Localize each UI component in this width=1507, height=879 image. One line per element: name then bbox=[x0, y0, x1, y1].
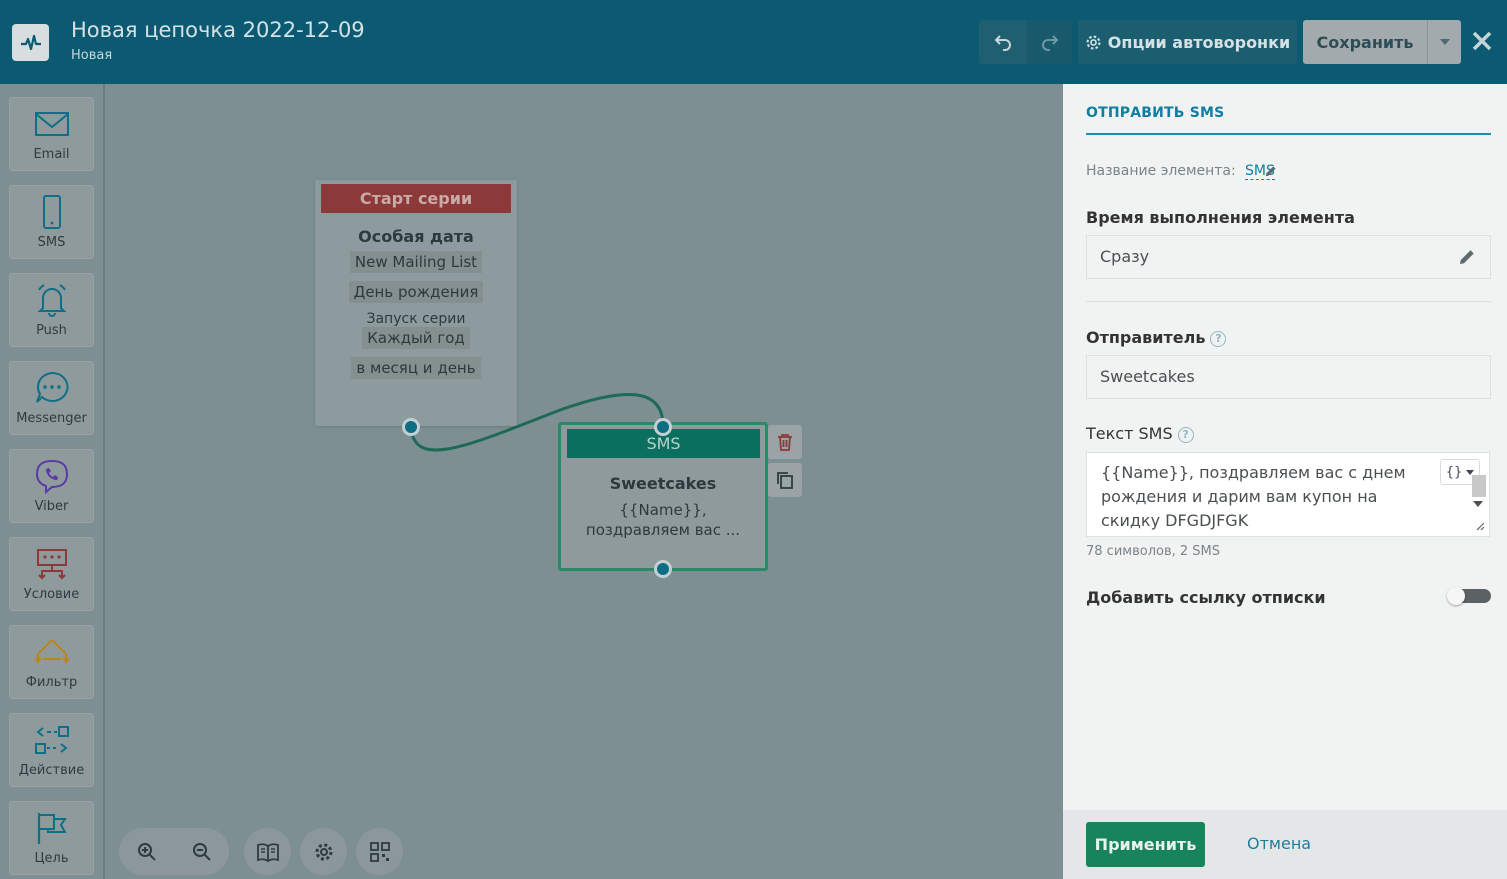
start-node-field-tag: День рождения bbox=[348, 281, 484, 303]
start-node-when-tag: в месяц и день bbox=[351, 357, 481, 379]
start-node-list-tag: New Mailing List bbox=[349, 251, 483, 273]
start-series-node[interactable]: Старт серии Особая дата New Mailing List… bbox=[315, 180, 517, 426]
guide-button[interactable] bbox=[244, 828, 291, 875]
qr-code-icon bbox=[369, 841, 390, 862]
execution-time-label: Время выполнения элемента bbox=[1086, 208, 1355, 227]
execution-time-value: Сразу bbox=[1100, 247, 1150, 266]
copy-icon bbox=[777, 472, 793, 489]
unsubscribe-link-toggle[interactable] bbox=[1447, 587, 1491, 605]
close-button[interactable] bbox=[1467, 26, 1497, 56]
execution-time-field[interactable]: Сразу bbox=[1086, 235, 1491, 279]
zoom-in-button[interactable] bbox=[119, 828, 174, 875]
sms-node-preview: {{Name}}, поздравляем вас ... bbox=[585, 501, 741, 539]
save-dropdown-button[interactable] bbox=[1427, 20, 1461, 64]
zoom-out-button[interactable] bbox=[174, 828, 229, 875]
save-button[interactable]: Сохранить bbox=[1303, 20, 1427, 64]
toggle-knob bbox=[1447, 587, 1465, 605]
sender-label-row: Отправитель? bbox=[1086, 328, 1227, 347]
help-icon[interactable]: ? bbox=[1177, 426, 1194, 443]
zoom-out-icon bbox=[192, 842, 211, 861]
panel-title: ОТПРАВИТЬ SMS bbox=[1086, 105, 1225, 121]
autofunnel-options-button[interactable]: Опции автоворонки bbox=[1078, 20, 1297, 64]
panel-title-underline bbox=[1086, 133, 1491, 135]
unsubscribe-link-label: Добавить ссылку отписки bbox=[1086, 588, 1326, 607]
canvas-settings-button[interactable] bbox=[300, 828, 347, 875]
sms-node-output-port[interactable] bbox=[654, 560, 672, 578]
resize-handle-icon[interactable] bbox=[1475, 521, 1485, 531]
qr-button[interactable] bbox=[356, 828, 403, 875]
section-divider bbox=[1086, 301, 1491, 302]
sms-text-label-row: Текст SMS? bbox=[1086, 424, 1194, 443]
cancel-button[interactable]: Отмена bbox=[1247, 834, 1311, 853]
sender-label: Отправитель bbox=[1086, 328, 1206, 347]
apply-button[interactable]: Применить bbox=[1086, 822, 1205, 867]
sms-text-area[interactable]: {{Name}}, поздравляем вас с днем рождени… bbox=[1086, 452, 1490, 537]
variable-braces-icon: {} bbox=[1445, 464, 1463, 480]
sms-node[interactable]: SMS Sweetcakes {{Name}}, поздравляем вас… bbox=[558, 422, 768, 571]
sms-node-input-port[interactable] bbox=[654, 418, 672, 436]
close-icon bbox=[1472, 31, 1492, 51]
book-icon bbox=[256, 842, 279, 862]
trash-icon bbox=[778, 434, 792, 451]
copy-node-button[interactable] bbox=[768, 463, 802, 497]
start-node-header: Старт серии bbox=[321, 184, 511, 213]
sender-value: Sweetcakes bbox=[1100, 367, 1195, 386]
start-node-title: Особая дата bbox=[358, 227, 474, 246]
autofunnel-options-label: Опции автоворонки bbox=[1107, 32, 1291, 52]
zoom-controls bbox=[119, 828, 229, 875]
zoom-in-icon bbox=[137, 842, 156, 861]
sms-node-sender: Sweetcakes bbox=[609, 474, 717, 493]
textarea-scrollbar[interactable] bbox=[1468, 471, 1488, 535]
delete-node-button[interactable] bbox=[768, 425, 802, 459]
start-node-launch-label: Запуск серии bbox=[366, 311, 466, 327]
gear-icon bbox=[1086, 34, 1101, 50]
gear-icon bbox=[315, 843, 332, 860]
help-icon[interactable]: ? bbox=[1210, 330, 1227, 347]
pencil-icon[interactable] bbox=[1264, 165, 1277, 178]
connector-line[interactable] bbox=[0, 0, 1063, 879]
sender-field[interactable]: Sweetcakes bbox=[1086, 355, 1491, 399]
sms-character-counter: 78 символов, 2 SMS bbox=[1086, 544, 1221, 559]
element-name-label: Название элемента: bbox=[1086, 163, 1236, 179]
start-node-output-port[interactable] bbox=[402, 418, 420, 436]
start-node-repeat-tag: Каждый год bbox=[362, 327, 470, 349]
sms-text-section: Текст SMS? {{Name}}, поздравляем вас с д… bbox=[1070, 411, 1496, 572]
panel-footer: Применить Отмена bbox=[1063, 810, 1507, 879]
pencil-icon[interactable] bbox=[1458, 248, 1476, 266]
sms-text-label: Текст SMS bbox=[1086, 424, 1173, 443]
chevron-down-icon bbox=[1439, 39, 1450, 45]
